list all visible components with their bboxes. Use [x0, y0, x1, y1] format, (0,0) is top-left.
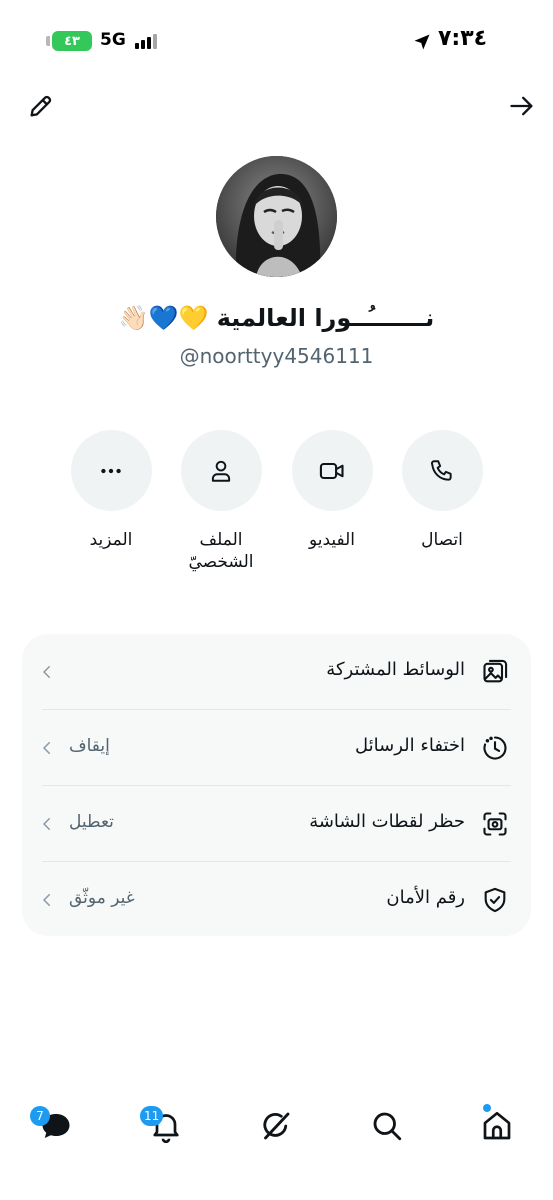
shared-media-row[interactable]: الوسائط المشتركة [22, 634, 531, 709]
chevron-left-icon [43, 894, 50, 906]
avatar-photo [216, 156, 337, 277]
status-bar: ٤٣ 5G ٧:٣٤ [0, 0, 553, 84]
battery-cap [46, 36, 50, 46]
phone-icon [431, 459, 452, 481]
status-time: ٧:٣٤ [438, 26, 488, 51]
home-icon [483, 1111, 511, 1140]
nav-messages[interactable]: 7 [30, 1106, 74, 1144]
profile-action[interactable]: الملف الشخصيّ [166, 430, 276, 573]
disappearing-messages-value: إيقاف [69, 736, 110, 756]
disappearing-messages-label: اختفاء الرسائل [355, 735, 465, 756]
notifications-badge: 11 [140, 1106, 164, 1126]
search-icon [373, 1112, 402, 1141]
avatar[interactable] [216, 156, 337, 277]
video-icon [319, 462, 344, 479]
call-action[interactable]: اتصال [387, 430, 497, 551]
nav-grok[interactable] [258, 1108, 294, 1144]
timer-icon [483, 736, 507, 760]
back-arrow-icon[interactable] [508, 92, 536, 120]
video-action[interactable]: الفيديو [277, 430, 387, 551]
shared-media-label: الوسائط المشتركة [326, 659, 465, 680]
user-handle: @noorttyy4546111 [179, 344, 374, 368]
home-unread-dot [483, 1104, 491, 1112]
location-arrow-icon [414, 34, 430, 50]
screenshot-icon [483, 812, 507, 836]
nav-notifications[interactable]: 11 [140, 1106, 184, 1144]
more-button[interactable] [70, 430, 152, 511]
battery-level: ٤٣ [64, 33, 80, 49]
grok-icon [263, 1112, 290, 1140]
nav-search[interactable] [369, 1108, 405, 1144]
screenshot-block-value: تعطيل [69, 812, 114, 832]
network-type: 5G [100, 30, 126, 50]
disappearing-messages-row[interactable]: اختفاء الرسائل إيقاف [22, 710, 531, 785]
shield-icon [484, 887, 506, 913]
safety-number-value: غير موثّق [69, 888, 135, 908]
chevron-left-icon [43, 742, 50, 754]
display-name: نـــــــُــورا العالمية 💛💙👋🏻 [118, 304, 435, 332]
screenshot-block-label: حظر لقطات الشاشة [309, 811, 465, 832]
call-label: اتصال [421, 530, 463, 550]
media-icon [483, 659, 508, 683]
chevron-left-icon [43, 666, 50, 678]
profile-button[interactable] [180, 430, 262, 511]
more-icon [101, 468, 121, 473]
video-button[interactable] [291, 430, 373, 511]
conversation-settings-card: الوسائط المشتركة اختفاء الرسائل إيقاف حظ… [22, 634, 531, 936]
safety-number-row[interactable]: رقم الأمان غير موثّق [22, 862, 531, 937]
battery-indicator: ٤٣ [52, 31, 92, 51]
person-icon [211, 460, 231, 482]
edit-pencil-icon[interactable] [27, 92, 55, 120]
more-action[interactable]: المزيد [56, 430, 166, 551]
call-button[interactable] [401, 430, 483, 511]
screenshot-block-row[interactable]: حظر لقطات الشاشة تعطيل [22, 786, 531, 861]
messages-badge: 7 [30, 1106, 50, 1126]
profile-label: الملف الشخصيّ [188, 530, 254, 573]
video-label: الفيديو [308, 530, 356, 550]
chevron-left-icon [43, 818, 50, 830]
nav-home[interactable] [479, 1104, 515, 1144]
signal-icon [135, 34, 157, 49]
safety-number-label: رقم الأمان [386, 887, 465, 908]
more-label: المزيد [89, 530, 133, 550]
